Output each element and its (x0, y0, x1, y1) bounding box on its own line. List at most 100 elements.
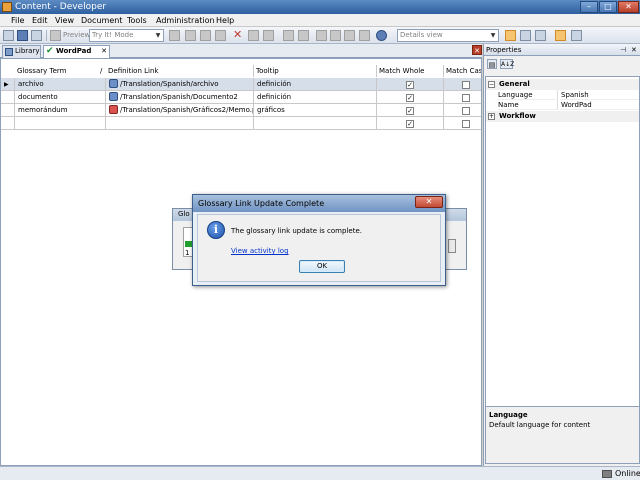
property-value[interactable]: WordPad (560, 100, 639, 110)
preview-button[interactable]: Preview (63, 30, 90, 41)
status-bar: Online (0, 466, 640, 480)
menu-view[interactable]: View (55, 15, 74, 26)
definition-link-cell[interactable]: /Translation/Spanish/Gráficos2/Memo.png (106, 104, 254, 117)
menu-edit[interactable]: Edit (32, 15, 48, 26)
glossary-term-cell[interactable]: archivo (15, 78, 106, 91)
menu-administration[interactable]: Administration (156, 15, 215, 26)
spell-check-icon[interactable] (344, 30, 355, 41)
match-whole-word-checkbox[interactable]: ✓ (406, 120, 414, 128)
redo-icon[interactable] (298, 30, 309, 41)
categorized-icon[interactable]: ▤ (487, 59, 497, 69)
save-icon[interactable] (17, 30, 28, 41)
cut-icon[interactable] (185, 30, 196, 41)
paste-icon[interactable] (215, 30, 226, 41)
dialog-title: Glossary Link Update Complete (198, 199, 325, 208)
layout-single-icon[interactable] (505, 30, 516, 41)
match-whole-word-checkbox[interactable]: ✓ (406, 81, 414, 89)
match-whole-word-checkbox[interactable]: ✓ (406, 94, 414, 102)
close-window-button[interactable]: ✕ (618, 1, 639, 13)
mode-combo[interactable]: Try It! Mode ▼ (89, 29, 164, 42)
property-key: Name (498, 100, 558, 110)
undo-icon[interactable] (283, 30, 294, 41)
print-icon[interactable] (31, 30, 42, 41)
preview-icon[interactable] (50, 30, 61, 41)
minimize-button[interactable]: – (580, 1, 598, 13)
copy-icon[interactable] (200, 30, 211, 41)
match-case-checkbox[interactable] (462, 94, 470, 102)
dialog-title-bar: Glossary Link Update Complete ✕ (193, 195, 445, 212)
glossary-term-cell[interactable] (15, 117, 106, 130)
table-row-new[interactable]: ✓ (1, 117, 481, 130)
format-icon[interactable] (169, 30, 180, 41)
expand-icon[interactable]: + (488, 113, 495, 120)
property-row-name[interactable]: Name WordPad (496, 100, 639, 110)
help-icon[interactable] (376, 30, 387, 41)
find-icon[interactable] (359, 30, 370, 41)
column-header-match-whole-word[interactable]: Match Whole Word (377, 65, 444, 87)
view-combo[interactable]: Details view ▼ (397, 29, 499, 42)
toolbar: Preview Try It! Mode ▼ ✕ Details view ▼ (0, 27, 640, 44)
match-case-checkbox[interactable] (462, 107, 470, 115)
tooltip-cell[interactable] (254, 117, 377, 130)
tab-wordpad[interactable]: ✔ WordPad ✕ (43, 45, 110, 58)
maximize-button[interactable]: □ (599, 1, 617, 13)
tab-wordpad-label: WordPad (56, 47, 92, 55)
document-close-button[interactable]: ✕ (472, 45, 482, 55)
delete-icon[interactable]: ✕ (233, 28, 242, 42)
chevron-down-icon: ▼ (155, 32, 161, 39)
image-icon (109, 105, 118, 114)
menu-document[interactable]: Document (81, 15, 122, 26)
category-label: General (499, 80, 530, 88)
sort-alphabetical-icon[interactable]: A↓Z (500, 59, 514, 69)
match-whole-word-checkbox[interactable]: ✓ (406, 107, 414, 115)
pin-icon[interactable]: ⊣ (620, 45, 626, 55)
toggle-panel-icon[interactable] (571, 30, 582, 41)
background-dialog-button[interactable] (448, 239, 456, 253)
column-header-definition-link[interactable]: Definition Link (106, 65, 254, 77)
document-icon (109, 92, 118, 101)
tab-close-icon[interactable]: ✕ (101, 46, 107, 57)
background-dialog-text: 1 (185, 249, 190, 257)
properties-icon[interactable] (248, 30, 259, 41)
link-icon[interactable] (263, 30, 274, 41)
property-row-language[interactable]: Language Spanish (496, 90, 639, 100)
layout-horizontal-icon[interactable] (520, 30, 531, 41)
definition-link-cell[interactable] (106, 117, 254, 130)
status-online: Online (615, 469, 640, 478)
dialog-close-button[interactable]: ✕ (415, 196, 443, 208)
collapse-icon[interactable]: − (488, 81, 495, 88)
property-value[interactable]: Spanish (560, 90, 639, 100)
glossary-term-cell[interactable]: documento (15, 91, 106, 104)
glossary-term-cell[interactable]: memorándum (15, 104, 106, 117)
table-row[interactable]: documento /Translation/Spanish/Documento… (1, 91, 481, 104)
match-case-cell (444, 91, 481, 104)
column-header-match-case[interactable]: Match Cas (444, 65, 481, 77)
outdent-icon[interactable] (330, 30, 341, 41)
tooltip-cell[interactable]: definición (254, 91, 377, 104)
view-activity-log-link[interactable]: View activity log (231, 247, 289, 255)
properties-close-icon[interactable]: ✕ (631, 45, 637, 55)
layout-vertical-icon[interactable] (535, 30, 546, 41)
indent-icon[interactable] (316, 30, 327, 41)
ok-button[interactable]: OK (299, 260, 345, 273)
match-case-checkbox[interactable] (462, 120, 470, 128)
tooltip-cell[interactable]: definición (254, 78, 377, 91)
tooltip-cell[interactable]: gráficos (254, 104, 377, 117)
table-row[interactable]: memorándum /Translation/Spanish/Gráficos… (1, 104, 481, 117)
category-workflow[interactable]: + Workflow (486, 111, 639, 122)
menu-file[interactable]: File (11, 15, 24, 26)
definition-link-cell[interactable]: /Translation/Spanish/Documento2 (106, 91, 254, 104)
property-description: Language Default language for content (485, 406, 640, 464)
new-icon[interactable] (3, 30, 14, 41)
menu-tools[interactable]: Tools (127, 15, 147, 26)
toggle-properties-icon[interactable] (555, 30, 566, 41)
category-general[interactable]: − General (486, 79, 639, 90)
match-case-checkbox[interactable] (462, 81, 470, 89)
menu-help[interactable]: Help (216, 15, 234, 26)
column-header-glossary-term[interactable]: Glossary Term (15, 65, 105, 77)
table-row[interactable]: ▶ archivo /Translation/Spanish/archivo d… (1, 78, 481, 91)
column-header-tooltip[interactable]: Tooltip (254, 65, 377, 77)
definition-link-cell[interactable]: /Translation/Spanish/archivo (106, 78, 254, 91)
tab-library[interactable]: Library (2, 45, 41, 58)
column-header-sort-separator: / (98, 65, 106, 77)
